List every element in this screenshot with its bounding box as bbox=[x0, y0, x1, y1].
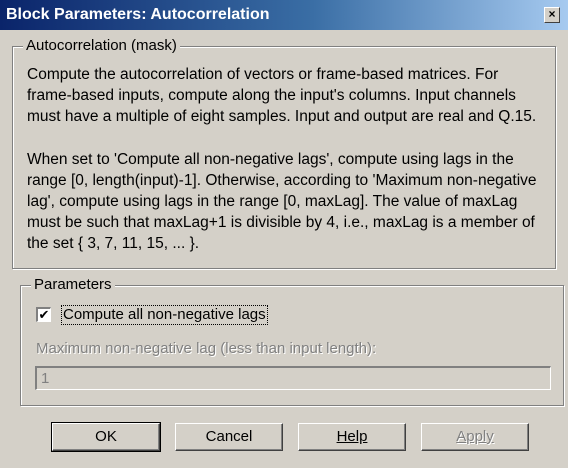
description-paragraph-2: When set to 'Compute all non-negative la… bbox=[27, 149, 537, 254]
title-bar[interactable]: Block Parameters: Autocorrelation × bbox=[0, 0, 568, 30]
ok-button[interactable]: OK bbox=[51, 422, 161, 452]
description-line: must have a multiple of eight samples. I… bbox=[27, 108, 537, 125]
cancel-button-label: Cancel bbox=[205, 428, 253, 445]
max-lag-label: Maximum non-negative lag (less than inpu… bbox=[36, 340, 377, 357]
description-line: frame-based inputs, compute along the in… bbox=[27, 87, 516, 104]
description-line: Compute the autocorrelation of vectors o… bbox=[27, 66, 499, 83]
check-mark-icon: ✔ bbox=[38, 307, 50, 322]
cancel-button[interactable]: Cancel bbox=[175, 423, 283, 451]
max-lag-input[interactable] bbox=[35, 366, 551, 390]
apply-button-label: Apply bbox=[456, 428, 494, 445]
checkbox-box[interactable]: ✔ bbox=[36, 307, 51, 322]
description-line: When set to 'Compute all non-negative la… bbox=[27, 151, 514, 168]
apply-button[interactable]: Apply bbox=[421, 423, 529, 451]
description-line: lag', compute using lags in the range [0… bbox=[27, 193, 518, 210]
description-line: must be such that maxLag+1 is divisible … bbox=[27, 214, 535, 231]
help-button-label: Help bbox=[336, 428, 368, 445]
mask-group-legend: Autocorrelation (mask) bbox=[23, 37, 180, 54]
description-line: range [0, length(input)-1]. Otherwise, a… bbox=[27, 172, 537, 189]
checkbox-label[interactable]: Compute all non-negative lags bbox=[61, 305, 268, 325]
close-icon: × bbox=[548, 7, 556, 21]
close-button[interactable]: × bbox=[544, 7, 560, 23]
description-line: the set { 3, 7, 11, 15, ... }. bbox=[27, 235, 200, 252]
parameters-group-legend: Parameters bbox=[31, 276, 115, 293]
ok-button-label: OK bbox=[95, 428, 117, 445]
help-button[interactable]: Help bbox=[298, 423, 406, 451]
description-paragraph-1: Compute the autocorrelation of vectors o… bbox=[27, 64, 536, 127]
window-title: Block Parameters: Autocorrelation bbox=[6, 6, 270, 23]
